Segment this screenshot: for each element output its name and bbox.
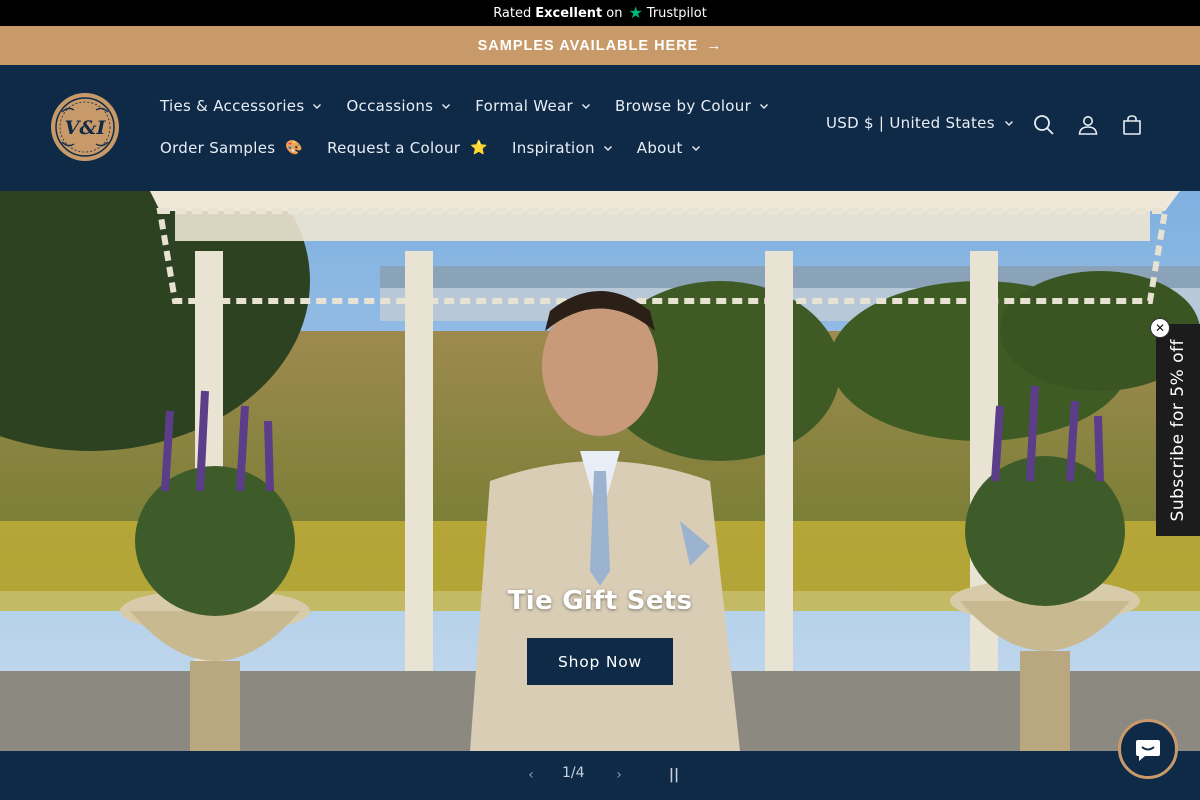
trustpilot-on: on (606, 5, 623, 21)
hero-slideshow: Tie Gift Sets Shop Now (0, 191, 1200, 751)
logo-text: V&I (65, 117, 107, 139)
trustpilot-bar[interactable]: Rated Excellent on ★ Trustpilot (0, 0, 1200, 26)
chevron-down-icon (760, 104, 769, 109)
logo[interactable]: V&I (50, 92, 120, 162)
nav-occasions[interactable]: Occassions (334, 93, 463, 119)
nav-browse-by-colour[interactable]: Browse by Colour (603, 93, 781, 119)
search-icon[interactable] (1030, 111, 1058, 139)
chevron-down-icon (603, 146, 612, 151)
nav-label: Occassions (346, 97, 434, 115)
chevron-down-icon (582, 104, 591, 109)
currency-selector[interactable]: USD $ | United States (826, 114, 1014, 132)
chat-icon (1136, 740, 1160, 761)
nav-label: Request a Colour (327, 139, 461, 157)
hero-title: Tie Gift Sets (507, 586, 693, 616)
close-icon[interactable]: ✕ (1150, 318, 1170, 338)
samples-link[interactable]: SAMPLES AVAILABLE HERE → (478, 37, 723, 54)
nav-row-primary: Ties & Accessories Occassions Formal Wea… (148, 93, 781, 119)
subscribe-tab[interactable]: Subscribe for 5% off (1156, 324, 1200, 536)
nav-ties-accessories[interactable]: Ties & Accessories (148, 93, 334, 119)
chevron-down-icon (1004, 121, 1013, 126)
chevron-down-icon (442, 104, 451, 109)
trustpilot-rated: Rated (493, 5, 532, 21)
chat-button[interactable] (1118, 719, 1178, 779)
nav-order-samples[interactable]: Order Samples 🎨 (148, 135, 315, 161)
trustpilot-star-icon: ★ (628, 3, 643, 22)
star-icon: ⭐ (470, 140, 488, 156)
currency-label: USD $ | United States (826, 114, 995, 132)
nav-formal-wear[interactable]: Formal Wear (463, 93, 603, 119)
slider-controls: ‹ 1/4 › || (0, 751, 1200, 800)
chevron-down-icon (313, 104, 322, 109)
nav-label: Browse by Colour (615, 97, 752, 115)
nav-label: Formal Wear (475, 97, 574, 115)
announcement-bar: SAMPLES AVAILABLE HERE → (0, 26, 1200, 65)
shop-now-button[interactable]: Shop Now (527, 638, 673, 685)
trustpilot-brand: Trustpilot (646, 5, 707, 21)
nav-label: Order Samples (160, 139, 276, 157)
arrow-right-icon: → (706, 37, 723, 54)
nav-label: Inspiration (511, 139, 595, 157)
nav-label: Ties & Accessories (160, 97, 305, 115)
cart-icon[interactable] (1118, 111, 1146, 139)
account-icon[interactable] (1074, 111, 1102, 139)
nav-inspiration[interactable]: Inspiration (500, 135, 625, 161)
site-header: V&I Ties & Accessories Occassions Formal… (0, 65, 1200, 191)
chevron-right-icon[interactable]: › (609, 765, 629, 785)
nav-about[interactable]: About (625, 135, 713, 161)
nav-request-colour[interactable]: Request a Colour ⭐ (315, 135, 500, 161)
announcement-text: SAMPLES AVAILABLE HERE (477, 37, 699, 54)
nav-label: About (636, 139, 683, 157)
slide-counter: 1/4 (562, 765, 585, 781)
chevron-left-icon[interactable]: ‹ (521, 765, 541, 785)
pause-icon[interactable]: || (664, 765, 684, 785)
nav-row-secondary: Order Samples 🎨 Request a Colour ⭐ Inspi… (148, 135, 713, 161)
palette-icon: 🎨 (285, 140, 304, 156)
trustpilot-rating: Excellent (535, 5, 603, 21)
chevron-down-icon (691, 146, 700, 151)
subscribe-label: Subscribe for 5% off (1168, 338, 1188, 522)
